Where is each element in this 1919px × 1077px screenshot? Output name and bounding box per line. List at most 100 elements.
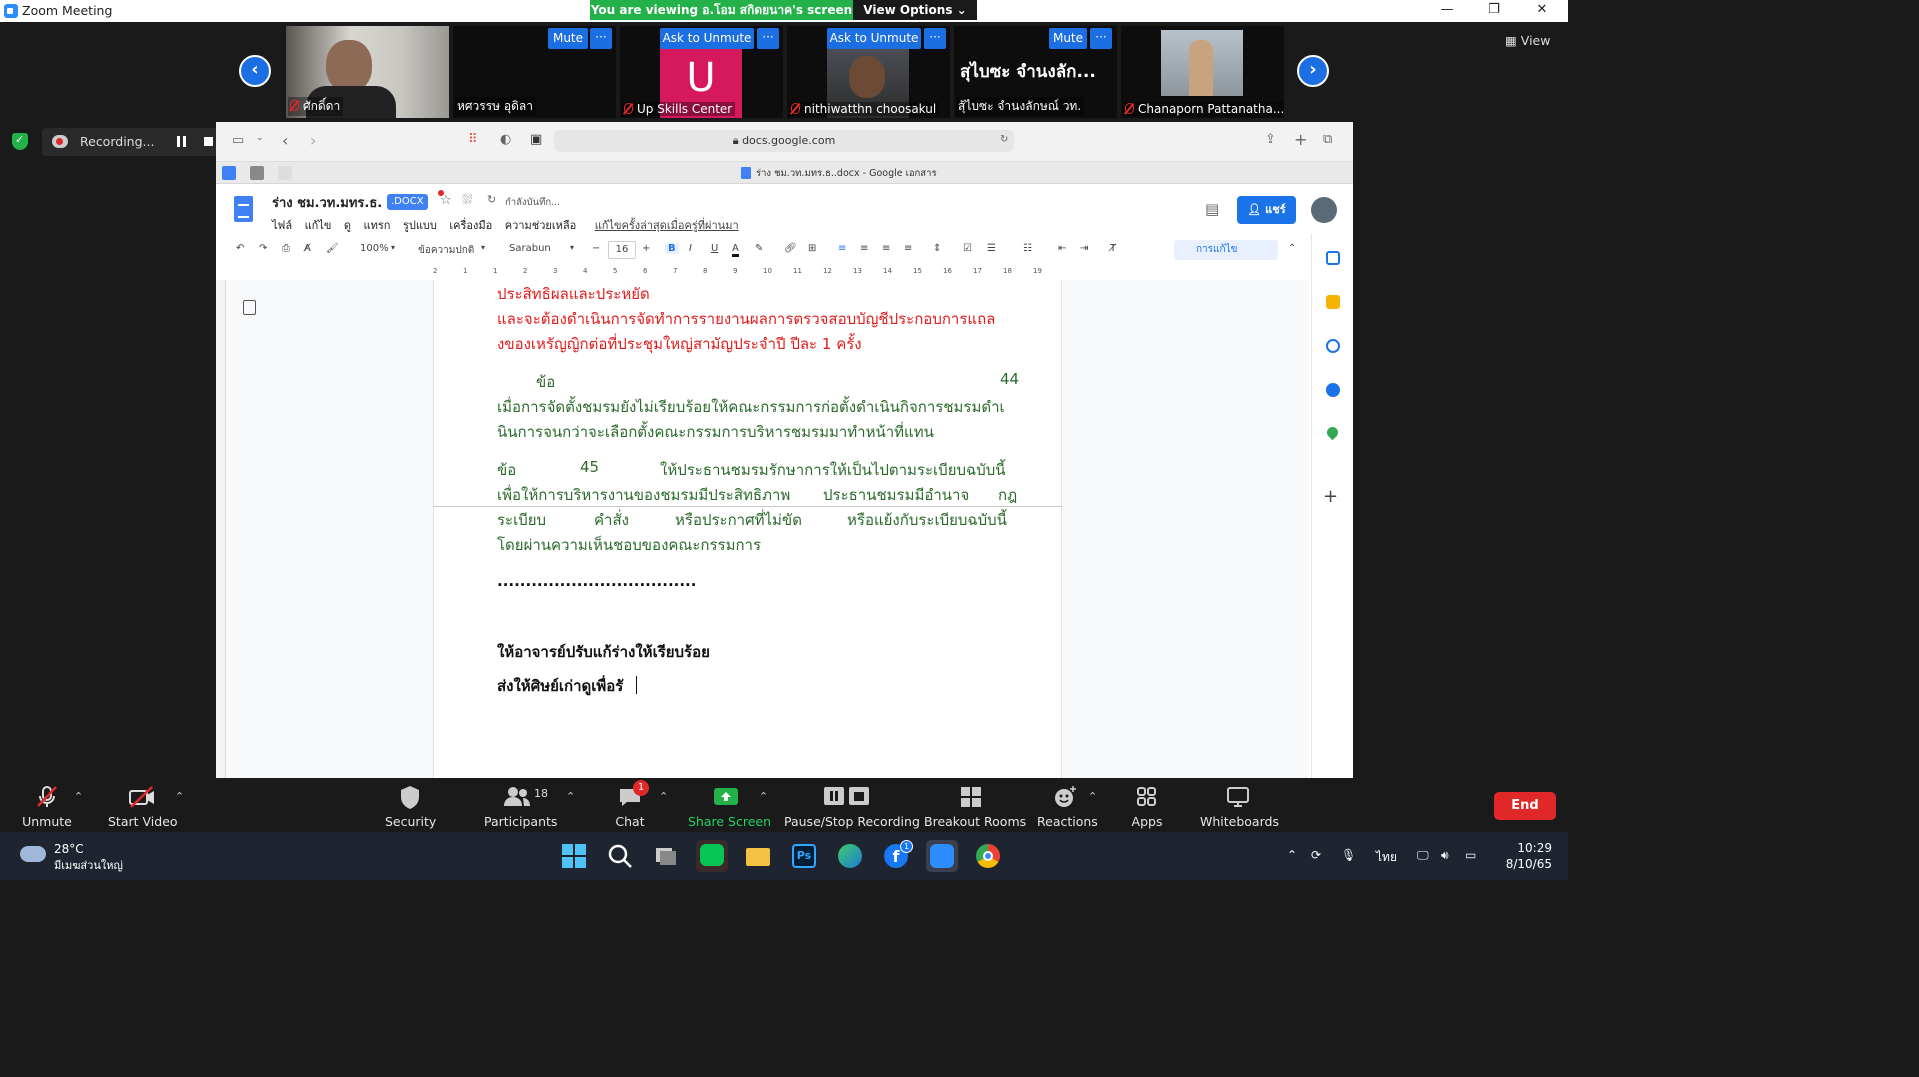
mute-button[interactable]: Mute bbox=[548, 28, 588, 49]
apps-button[interactable]: Apps bbox=[1130, 784, 1164, 829]
gallery-next-button[interactable]: › bbox=[1297, 55, 1329, 87]
sidebar-toggle-icon[interactable]: ▭ bbox=[232, 133, 244, 148]
battery-icon[interactable]: ▭ bbox=[1465, 848, 1476, 862]
contacts-icon[interactable] bbox=[1326, 383, 1340, 397]
document-page[interactable]: ประสิทธิผลและประหยัด และจะต้องดำเนินการจ… bbox=[433, 280, 1062, 778]
microphone-icon[interactable]: 🎙︎ bbox=[1341, 848, 1356, 862]
video-tile[interactable]: ศักดิ์ดา bbox=[286, 26, 449, 118]
forward-icon[interactable]: › bbox=[310, 131, 316, 150]
menu-file[interactable]: ไฟล์ bbox=[272, 219, 292, 232]
unmute-button[interactable]: Unmute bbox=[22, 784, 72, 829]
move-to-drive-icon[interactable]: ⛆ bbox=[462, 193, 472, 208]
menu-tools[interactable]: เครื่องมือ bbox=[449, 219, 492, 232]
apps-grid-icon[interactable]: ⠿ bbox=[468, 132, 478, 147]
breakout-rooms-button[interactable]: Breakout Rooms bbox=[924, 784, 1026, 829]
menu-edit[interactable]: แก้ไข bbox=[305, 219, 332, 232]
ask-to-unmute-button[interactable]: Ask to Unmute bbox=[827, 28, 921, 49]
extension-icon[interactable]: ▣ bbox=[530, 132, 542, 147]
docs-logo-icon[interactable] bbox=[234, 196, 253, 222]
align-right-icon[interactable]: ≡ bbox=[882, 243, 890, 254]
align-center-icon[interactable]: ≡ bbox=[860, 243, 868, 254]
more-options-button[interactable]: ··· bbox=[924, 28, 946, 49]
chevron-down-icon[interactable]: ▾ bbox=[570, 243, 574, 252]
editing-mode-select[interactable]: การแก้ไข bbox=[1174, 240, 1278, 260]
restore-button[interactable]: ❐ bbox=[1471, 0, 1517, 22]
font-size-input[interactable]: 16 bbox=[608, 241, 636, 259]
start-button[interactable] bbox=[558, 840, 590, 872]
font-select[interactable]: Sarabun bbox=[509, 243, 551, 254]
last-edit-link[interactable]: แก้ไขครั้งล่าสุดเมื่อครู่ที่ผ่านมา bbox=[595, 219, 739, 232]
share-options-caret[interactable]: ⌃ bbox=[759, 790, 768, 803]
increase-font-size-button[interactable]: + bbox=[642, 243, 650, 254]
add-addon-icon[interactable]: + bbox=[1323, 486, 1338, 507]
share-screen-button[interactable]: Share Screen bbox=[688, 784, 771, 829]
bulleted-list-icon[interactable]: ☰ bbox=[987, 243, 996, 254]
stop-recording-button[interactable] bbox=[204, 137, 213, 146]
pause-stop-recording-button[interactable]: Pause/Stop Recording bbox=[784, 784, 920, 829]
horizontal-ruler[interactable]: 2 1 1 2 3 4 5 6 7 8 9 10 11 12 13 14 15 16 17 18 19 bbox=[433, 267, 1062, 277]
reload-icon[interactable]: ↻ bbox=[1000, 134, 1008, 145]
new-tab-icon[interactable]: + bbox=[1294, 130, 1307, 149]
more-options-button[interactable]: ··· bbox=[1090, 28, 1112, 49]
text-color-button[interactable]: A bbox=[732, 243, 739, 257]
link-icon[interactable]: 🔗︎ bbox=[784, 243, 797, 254]
tabs-overview-icon[interactable]: ⧉ bbox=[1323, 132, 1332, 147]
edge-browser-icon[interactable] bbox=[834, 840, 866, 872]
chevron-down-icon[interactable]: ⌄ bbox=[256, 133, 264, 143]
video-tile[interactable]: Chanaporn Pattanatha... bbox=[1121, 26, 1284, 118]
decrease-indent-icon[interactable]: ⇤ bbox=[1058, 243, 1066, 254]
increase-indent-icon[interactable]: ⇥ bbox=[1080, 243, 1088, 254]
print-icon[interactable]: ⎙ bbox=[282, 243, 290, 254]
outline-icon[interactable] bbox=[243, 300, 256, 315]
italic-button[interactable]: I bbox=[689, 243, 692, 254]
close-button[interactable]: ✕ bbox=[1519, 0, 1565, 22]
file-explorer-icon[interactable] bbox=[742, 840, 774, 872]
minimize-button[interactable]: — bbox=[1424, 0, 1470, 22]
start-video-button[interactable]: Start Video bbox=[108, 784, 178, 829]
calendar-icon[interactable] bbox=[1326, 251, 1340, 265]
reactions-options-caret[interactable]: ⌃ bbox=[1088, 790, 1097, 803]
vertical-ruler[interactable] bbox=[216, 280, 226, 778]
insert-comment-icon[interactable]: ⊞ bbox=[808, 243, 816, 254]
pause-recording-button[interactable] bbox=[177, 136, 186, 147]
keep-icon[interactable] bbox=[1326, 295, 1340, 309]
share-icon[interactable]: ⇪ bbox=[1265, 132, 1276, 147]
url-bar[interactable]: 🔒︎ docs.google.com bbox=[554, 130, 1014, 152]
chevron-down-icon[interactable]: ▾ bbox=[481, 243, 485, 252]
pinned-tab-icon[interactable] bbox=[222, 166, 236, 180]
undo-icon[interactable]: ↶ bbox=[236, 243, 244, 254]
star-icon[interactable]: ☆ bbox=[440, 193, 452, 208]
search-icon[interactable] bbox=[604, 840, 636, 872]
photoshop-icon[interactable]: Ps bbox=[788, 840, 820, 872]
menu-view[interactable]: ดู bbox=[344, 219, 351, 232]
whiteboards-button[interactable]: Whiteboards bbox=[1200, 784, 1279, 829]
decrease-font-size-button[interactable]: − bbox=[592, 243, 600, 254]
pinned-tab-icon[interactable] bbox=[250, 166, 264, 180]
clock[interactable]: 10:29 8/10/65 bbox=[1500, 840, 1552, 872]
security-button[interactable]: Security bbox=[385, 784, 436, 829]
task-view-icon[interactable] bbox=[650, 840, 682, 872]
volume-icon[interactable]: 🔊︎ bbox=[1441, 848, 1449, 863]
comment-icon[interactable]: ▤ bbox=[1205, 200, 1219, 218]
zoom-select[interactable]: 100% bbox=[360, 243, 389, 254]
chat-options-caret[interactable]: ⌃ bbox=[659, 790, 668, 803]
maps-icon[interactable] bbox=[1324, 424, 1341, 441]
back-icon[interactable]: ‹ bbox=[282, 131, 288, 150]
clear-formatting-icon[interactable]: T̸ bbox=[1110, 243, 1116, 254]
gallery-prev-button[interactable]: ‹ bbox=[239, 55, 271, 87]
zoom-app-icon[interactable] bbox=[926, 840, 958, 872]
line-spacing-icon[interactable]: ⇕ bbox=[933, 243, 941, 254]
ask-to-unmute-button[interactable]: Ask to Unmute bbox=[660, 28, 754, 49]
menu-insert[interactable]: แทรก bbox=[364, 219, 391, 232]
bold-button[interactable]: B bbox=[665, 243, 679, 254]
redo-icon[interactable]: ↷ bbox=[259, 243, 267, 254]
menu-format[interactable]: รูปแบบ bbox=[403, 219, 437, 232]
underline-button[interactable]: U bbox=[711, 243, 718, 254]
sync-icon[interactable]: ⟳ bbox=[1311, 848, 1321, 862]
audio-options-caret[interactable]: ⌃ bbox=[74, 790, 83, 803]
video-options-caret[interactable]: ⌃ bbox=[175, 790, 184, 803]
collapse-toolbar-icon[interactable]: ⌃ bbox=[1288, 243, 1296, 254]
facebook-icon[interactable]: f 1 bbox=[880, 840, 913, 872]
chevron-down-icon[interactable]: ▾ bbox=[391, 243, 395, 252]
document-title[interactable]: ร่าง ชม.วท.มทร.ธ. bbox=[272, 192, 382, 213]
